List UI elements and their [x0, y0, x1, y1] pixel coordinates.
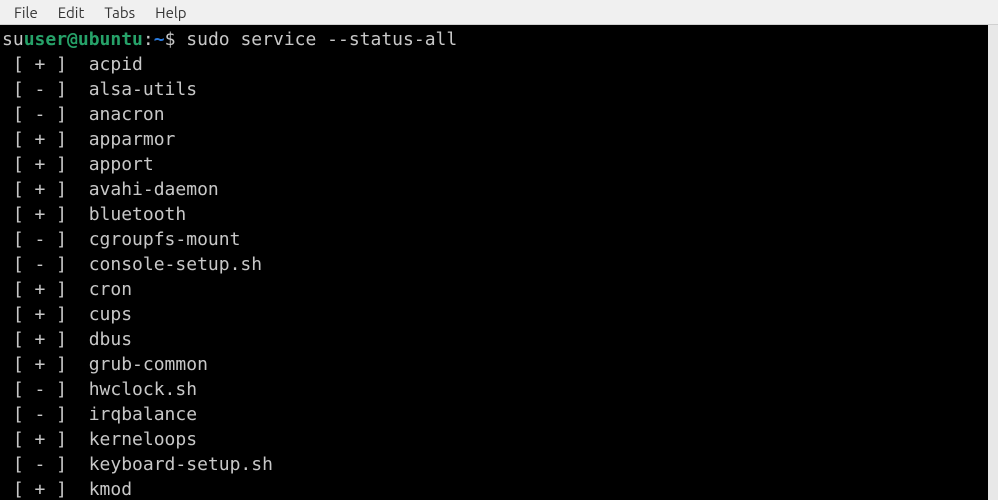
menu-help[interactable]: Help	[145, 2, 196, 23]
menu-edit[interactable]: Edit	[48, 2, 95, 23]
prompt-userhost: user@ubuntu	[24, 27, 143, 52]
command-text: sudo service --status-all	[186, 27, 457, 52]
menu-file[interactable]: File	[4, 2, 48, 23]
service-line: [ + ] cups	[2, 302, 988, 327]
prompt-dollar: $	[165, 27, 176, 52]
su-prefix: su	[2, 27, 24, 52]
menubar: File Edit Tabs Help	[0, 0, 998, 25]
prompt-line: suuser@ubuntu:~$ sudo service --status-a…	[2, 27, 988, 52]
service-line: [ + ] grub-common	[2, 352, 988, 377]
scrollbar[interactable]	[988, 25, 998, 500]
service-line: [ + ] dbus	[2, 327, 988, 352]
prompt-colon: :	[143, 27, 154, 52]
service-line: [ + ] apport	[2, 152, 988, 177]
service-line: [ - ] console-setup.sh	[2, 252, 988, 277]
service-line: [ - ] alsa-utils	[2, 77, 988, 102]
service-line: [ + ] acpid	[2, 52, 988, 77]
terminal-area[interactable]: suuser@ubuntu:~$ sudo service --status-a…	[0, 25, 988, 500]
service-line: [ + ] cron	[2, 277, 988, 302]
prompt-path: ~	[154, 27, 165, 52]
service-line: [ - ] cgroupfs-mount	[2, 227, 988, 252]
service-line: [ + ] kerneloops	[2, 427, 988, 452]
service-line: [ + ] apparmor	[2, 127, 988, 152]
service-line: [ + ] kmod	[2, 477, 988, 500]
menu-tabs[interactable]: Tabs	[94, 2, 145, 23]
service-line: [ + ] bluetooth	[2, 202, 988, 227]
services-output: [ + ] acpid [ - ] alsa-utils [ - ] anacr…	[2, 52, 988, 500]
service-line: [ - ] irqbalance	[2, 402, 988, 427]
spacer	[175, 27, 186, 52]
service-line: [ + ] avahi-daemon	[2, 177, 988, 202]
service-line: [ - ] keyboard-setup.sh	[2, 452, 988, 477]
service-line: [ - ] hwclock.sh	[2, 377, 988, 402]
service-line: [ - ] anacron	[2, 102, 988, 127]
